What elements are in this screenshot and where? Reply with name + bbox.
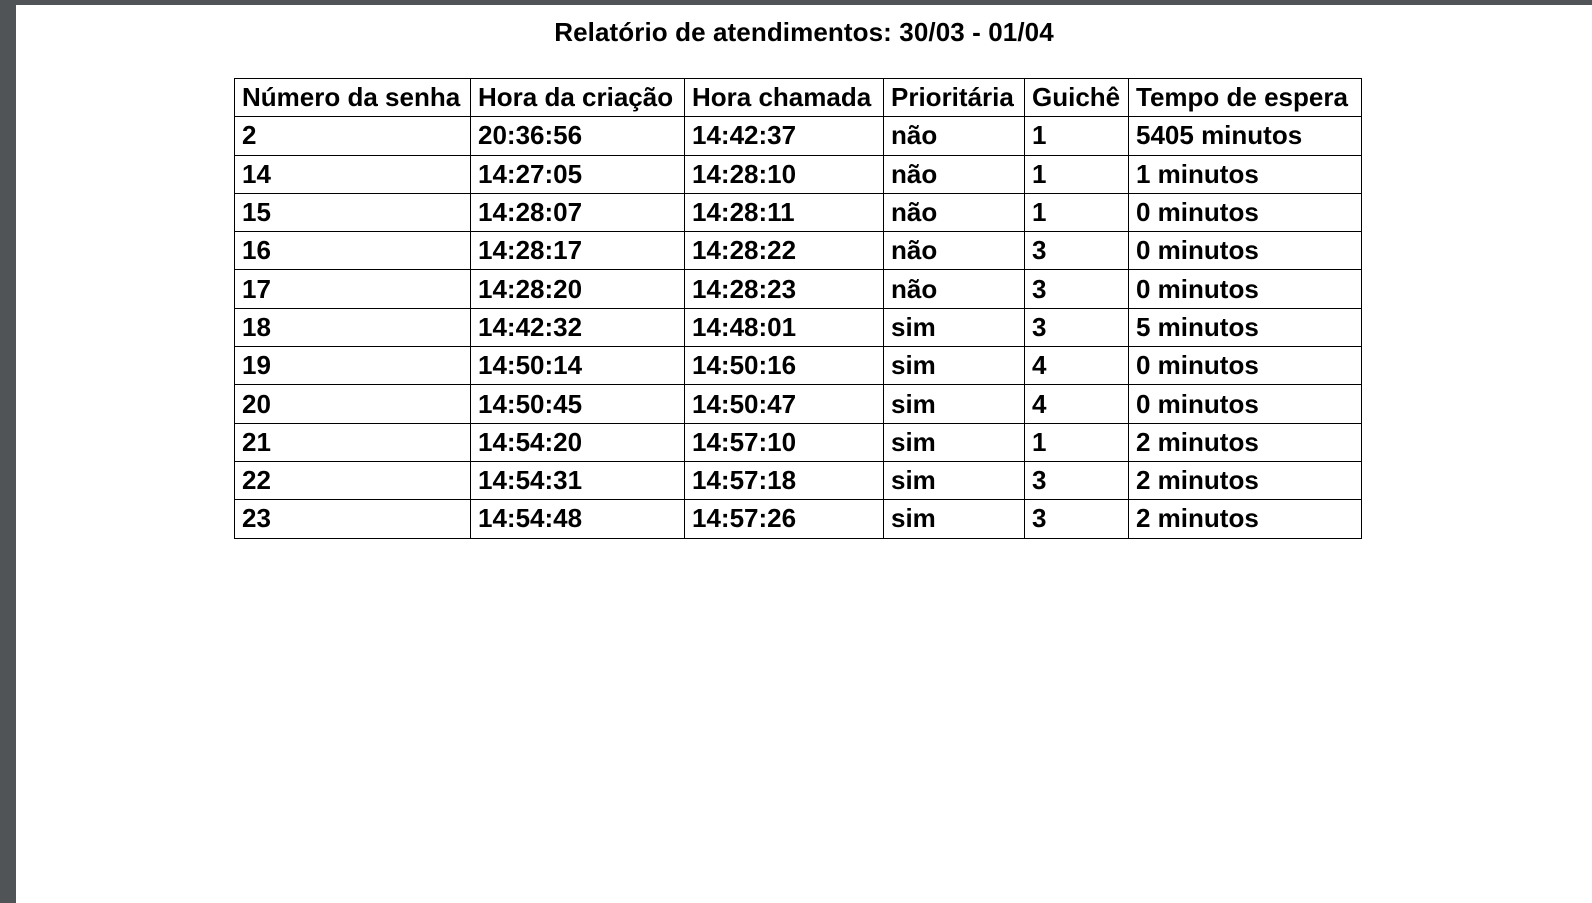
column-header-prioritaria: Prioritária <box>883 77 1025 118</box>
cell-guiche: 1 <box>1024 422 1129 462</box>
cell-guiche: 1 <box>1024 116 1129 156</box>
cell-prioritaria: sim <box>883 460 1025 501</box>
column-header-numero-da-senha: Número da senha <box>234 77 471 118</box>
cell-guiche: 1 <box>1024 154 1129 194</box>
cell-guiche: 3 <box>1024 307 1129 348</box>
cell-hora-chamada: 14:48:01 <box>684 307 884 348</box>
report-table: Número da senha Hora da criação Hora cha… <box>234 77 1362 539</box>
cell-hora-da-criacao: 14:50:14 <box>470 346 685 386</box>
cell-hora-da-criacao: 14:28:17 <box>470 231 685 271</box>
cell-tempo-de-espera: 0 minutos <box>1128 269 1362 309</box>
column-header-tempo-de-espera: Tempo de espera <box>1128 77 1362 118</box>
cell-hora-chamada: 14:28:22 <box>684 231 884 271</box>
cell-numero-da-senha: 14 <box>234 154 471 194</box>
table-row: 2 20:36:56 14:42:37 não 1 5405 minutos <box>234 116 1362 156</box>
table-row: 20 14:50:45 14:50:47 sim 4 0 minutos <box>234 384 1362 424</box>
column-header-hora-da-criacao: Hora da criação <box>470 77 685 118</box>
cell-prioritaria: sim <box>883 346 1025 386</box>
cell-hora-da-criacao: 14:27:05 <box>470 154 685 194</box>
cell-hora-da-criacao: 20:36:56 <box>470 116 685 156</box>
cell-hora-chamada: 14:50:47 <box>684 384 884 424</box>
table-row: 17 14:28:20 14:28:23 não 3 0 minutos <box>234 269 1362 309</box>
cell-prioritaria: não <box>883 231 1025 271</box>
cell-tempo-de-espera: 0 minutos <box>1128 384 1362 424</box>
cell-guiche: 4 <box>1024 346 1129 386</box>
cell-prioritaria: não <box>883 192 1025 233</box>
report-title: Relatório de atendimentos: 30/03 - 01/04 <box>554 17 1054 47</box>
cell-numero-da-senha: 21 <box>234 422 471 462</box>
column-header-hora-chamada: Hora chamada <box>684 77 884 118</box>
cell-hora-da-criacao: 14:28:20 <box>470 269 685 309</box>
table-row: 19 14:50:14 14:50:16 sim 4 0 minutos <box>234 346 1362 386</box>
table-row: 16 14:28:17 14:28:22 não 3 0 minutos <box>234 231 1362 271</box>
cell-guiche: 3 <box>1024 269 1129 309</box>
cell-tempo-de-espera: 2 minutos <box>1128 499 1362 539</box>
cell-tempo-de-espera: 0 minutos <box>1128 192 1362 233</box>
cell-hora-chamada: 14:28:10 <box>684 154 884 194</box>
cell-hora-chamada: 14:57:10 <box>684 422 884 462</box>
cell-hora-chamada: 14:28:11 <box>684 192 884 233</box>
cell-hora-da-criacao: 14:42:32 <box>470 307 685 348</box>
cell-tempo-de-espera: 5405 minutos <box>1128 116 1362 156</box>
cell-hora-chamada: 14:28:23 <box>684 269 884 309</box>
cell-prioritaria: sim <box>883 499 1025 539</box>
cell-hora-da-criacao: 14:50:45 <box>470 384 685 424</box>
cell-prioritaria: sim <box>883 422 1025 462</box>
cell-tempo-de-espera: 2 minutos <box>1128 422 1362 462</box>
cell-hora-da-criacao: 14:54:20 <box>470 422 685 462</box>
cell-hora-da-criacao: 14:28:07 <box>470 192 685 233</box>
cell-numero-da-senha: 20 <box>234 384 471 424</box>
cell-prioritaria: sim <box>883 384 1025 424</box>
cell-tempo-de-espera: 1 minutos <box>1128 154 1362 194</box>
table-header-row: Número da senha Hora da criação Hora cha… <box>234 77 1362 118</box>
cell-numero-da-senha: 22 <box>234 460 471 501</box>
cell-hora-chamada: 14:50:16 <box>684 346 884 386</box>
cell-prioritaria: não <box>883 154 1025 194</box>
document-page: Relatório de atendimentos: 30/03 - 01/04… <box>16 5 1592 903</box>
cell-prioritaria: não <box>883 116 1025 156</box>
cell-numero-da-senha: 23 <box>234 499 471 539</box>
cell-hora-da-criacao: 14:54:48 <box>470 499 685 539</box>
column-header-guiche: Guichê <box>1024 77 1129 118</box>
document-viewer: Relatório de atendimentos: 30/03 - 01/04… <box>0 0 1592 903</box>
cell-numero-da-senha: 18 <box>234 307 471 348</box>
cell-guiche: 1 <box>1024 192 1129 233</box>
cell-tempo-de-espera: 5 minutos <box>1128 307 1362 348</box>
table-row: 21 14:54:20 14:57:10 sim 1 2 minutos <box>234 422 1362 462</box>
cell-tempo-de-espera: 0 minutos <box>1128 231 1362 271</box>
cell-guiche: 4 <box>1024 384 1129 424</box>
cell-guiche: 3 <box>1024 460 1129 501</box>
cell-guiche: 3 <box>1024 499 1129 539</box>
cell-tempo-de-espera: 2 minutos <box>1128 460 1362 501</box>
table-row: 18 14:42:32 14:48:01 sim 3 5 minutos <box>234 307 1362 348</box>
cell-hora-da-criacao: 14:54:31 <box>470 460 685 501</box>
table-row: 22 14:54:31 14:57:18 sim 3 2 minutos <box>234 460 1362 501</box>
cell-hora-chamada: 14:57:26 <box>684 499 884 539</box>
table-row: 23 14:54:48 14:57:26 sim 3 2 minutos <box>234 499 1362 539</box>
cell-numero-da-senha: 16 <box>234 231 471 271</box>
cell-numero-da-senha: 19 <box>234 346 471 386</box>
cell-hora-chamada: 14:57:18 <box>684 460 884 501</box>
cell-numero-da-senha: 2 <box>234 116 471 156</box>
cell-tempo-de-espera: 0 minutos <box>1128 346 1362 386</box>
cell-numero-da-senha: 15 <box>234 192 471 233</box>
cell-hora-chamada: 14:42:37 <box>684 116 884 156</box>
cell-prioritaria: sim <box>883 307 1025 348</box>
cell-guiche: 3 <box>1024 231 1129 271</box>
table-row: 15 14:28:07 14:28:11 não 1 0 minutos <box>234 192 1362 233</box>
cell-prioritaria: não <box>883 269 1025 309</box>
table-row: 14 14:27:05 14:28:10 não 1 1 minutos <box>234 154 1362 194</box>
cell-numero-da-senha: 17 <box>234 269 471 309</box>
